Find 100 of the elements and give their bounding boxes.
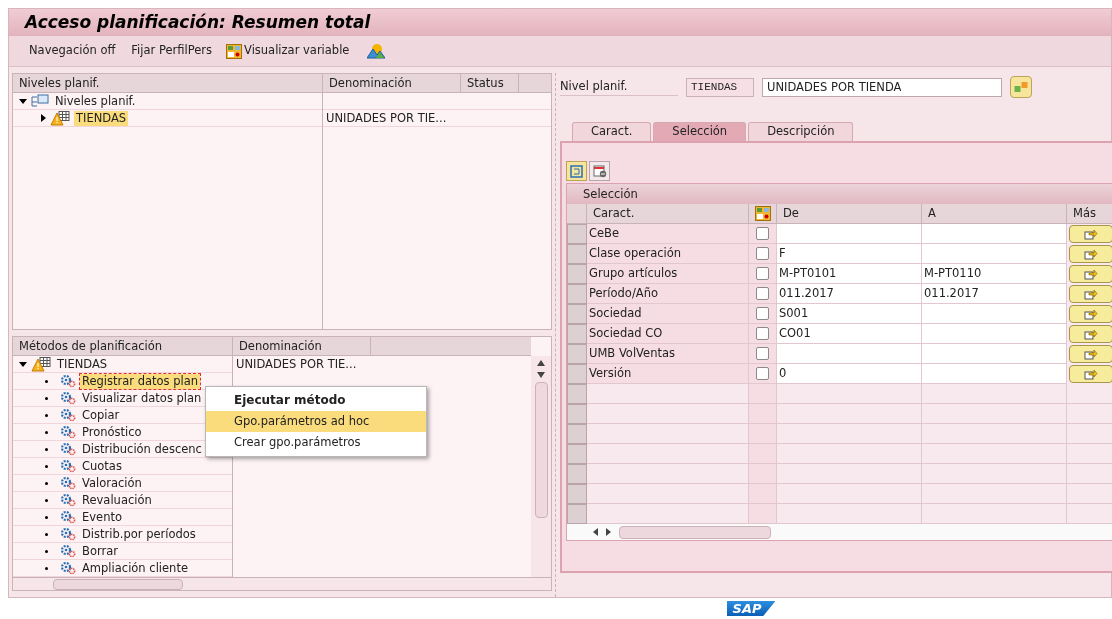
row-selector[interactable]	[567, 224, 587, 244]
tree-node[interactable]: Niveles planif.	[53, 93, 138, 109]
scrollbar-thumb[interactable]	[619, 525, 771, 539]
column-header[interactable]: Status	[461, 74, 519, 93]
tree-node[interactable]: Borrar	[80, 543, 120, 559]
tree-node[interactable]: TIENDAS	[55, 356, 110, 372]
warning-grid-icon	[31, 356, 51, 372]
landscape-icon[interactable]	[367, 43, 386, 59]
gears-icon	[60, 561, 76, 575]
to-field[interactable]: M-PT0110	[922, 264, 1067, 284]
toolbar-button[interactable]: Navegación off	[27, 42, 118, 60]
to-field[interactable]	[922, 364, 1067, 384]
scroll-down-icon[interactable]	[537, 370, 545, 378]
row-selector[interactable]	[567, 364, 587, 384]
tree-node[interactable]: Ampliación cliente	[80, 560, 190, 576]
to-field[interactable]: 011.2017	[922, 284, 1067, 304]
column-header[interactable]: De	[777, 204, 922, 224]
tree-node[interactable]: Pronóstico	[80, 424, 144, 440]
vertical-scrollbar[interactable]	[531, 356, 551, 577]
more-button[interactable]	[1069, 245, 1112, 263]
column-header[interactable]: Denominación	[233, 337, 371, 356]
row-selector[interactable]	[567, 284, 587, 304]
tree-node[interactable]: TIENDAS	[74, 110, 129, 126]
hierarchy-button[interactable]	[1010, 76, 1032, 98]
tab[interactable]: Descripción	[748, 122, 854, 141]
more-button[interactable]	[1069, 305, 1112, 323]
characteristic-cell: CeBe	[587, 224, 749, 244]
to-field[interactable]	[922, 244, 1067, 264]
horizontal-scrollbar[interactable]	[567, 524, 1112, 540]
toolbar-button[interactable]: Fijar PerfilPers	[129, 42, 215, 60]
tree-node[interactable]: Evento	[80, 509, 124, 525]
row-selector[interactable]	[567, 264, 587, 284]
horizontal-scrollbar[interactable]	[13, 577, 551, 590]
from-field[interactable]: M-PT0101	[777, 264, 922, 284]
to-field[interactable]	[922, 324, 1067, 344]
scrollbar-thumb[interactable]	[53, 578, 183, 590]
checkbox[interactable]	[756, 267, 769, 280]
scroll-up-icon[interactable]	[537, 358, 545, 366]
menu-item[interactable]: Gpo.parámetros ad hoc	[206, 411, 426, 432]
tree-node[interactable]: Cuotas	[80, 458, 124, 474]
more-button[interactable]	[1069, 285, 1112, 303]
tab[interactable]: Caract.	[572, 122, 652, 141]
column-header[interactable]: Más	[1067, 204, 1112, 224]
row-selector[interactable]	[567, 344, 587, 364]
from-field[interactable]	[777, 224, 922, 244]
scroll-left-icon[interactable]	[591, 528, 599, 536]
more-button[interactable]	[1069, 225, 1112, 243]
checkbox[interactable]	[756, 247, 769, 260]
row-selector[interactable]	[567, 244, 587, 264]
row-selector[interactable]	[567, 324, 587, 344]
row-selector[interactable]	[567, 484, 587, 504]
table-corner[interactable]	[567, 204, 587, 224]
checkbox[interactable]	[756, 227, 769, 240]
tree-node[interactable]: Revaluación	[80, 492, 154, 508]
collapse-arrow-icon[interactable]	[19, 98, 27, 104]
column-header[interactable]	[749, 204, 777, 224]
select-all-button[interactable]	[566, 161, 587, 181]
menu-item[interactable]: Ejecutar método	[206, 390, 426, 411]
to-field[interactable]	[922, 224, 1067, 244]
tree-node[interactable]: Copiar	[80, 407, 122, 423]
column-header[interactable]: Niveles planif.	[13, 74, 323, 93]
deselect-button[interactable]	[589, 161, 610, 181]
scroll-right-icon[interactable]	[605, 528, 613, 536]
checkbox[interactable]	[756, 287, 769, 300]
more-button[interactable]	[1069, 265, 1112, 283]
to-field[interactable]	[922, 344, 1067, 364]
tree-node[interactable]: Visualizar datos plan	[80, 390, 204, 406]
from-field[interactable]	[777, 344, 922, 364]
row-selector[interactable]	[567, 444, 587, 464]
row-selector[interactable]	[567, 304, 587, 324]
checkbox[interactable]	[756, 347, 769, 360]
column-header[interactable]: Caract.	[587, 204, 749, 224]
tree-node[interactable]: Registrar datos plan	[80, 373, 201, 389]
row-selector[interactable]	[567, 404, 587, 424]
from-field[interactable]: S001	[777, 304, 922, 324]
checkbox[interactable]	[756, 367, 769, 380]
from-field[interactable]: CO01	[777, 324, 922, 344]
row-selector[interactable]	[567, 384, 587, 404]
tree-node[interactable]: Distribución descenc	[80, 441, 204, 457]
collapse-arrow-icon[interactable]	[19, 361, 27, 367]
tab[interactable]: Selección	[653, 122, 747, 141]
column-header[interactable]: Métodos de planificación	[13, 337, 233, 356]
checkbox[interactable]	[756, 307, 769, 320]
checkbox[interactable]	[756, 327, 769, 340]
row-selector[interactable]	[567, 424, 587, 444]
column-header[interactable]: Denominación	[323, 74, 461, 93]
to-field[interactable]	[922, 304, 1067, 324]
more-button[interactable]	[1069, 345, 1112, 363]
tree-node[interactable]: Distrib.por períodos	[80, 526, 198, 542]
tree-node[interactable]: Valoración	[80, 475, 144, 491]
scrollbar-thumb[interactable]	[534, 382, 548, 518]
toolbar-button[interactable]: Visualizar variable	[226, 42, 350, 60]
more-button[interactable]	[1069, 325, 1112, 343]
more-button[interactable]	[1069, 365, 1112, 383]
menu-item[interactable]: Crear gpo.parámetros	[206, 432, 426, 453]
from-field[interactable]: 0	[777, 364, 922, 384]
row-selector[interactable]	[567, 464, 587, 484]
from-field[interactable]: F	[777, 244, 922, 264]
column-header[interactable]: A	[922, 204, 1067, 224]
from-field[interactable]: 011.2017	[777, 284, 922, 304]
